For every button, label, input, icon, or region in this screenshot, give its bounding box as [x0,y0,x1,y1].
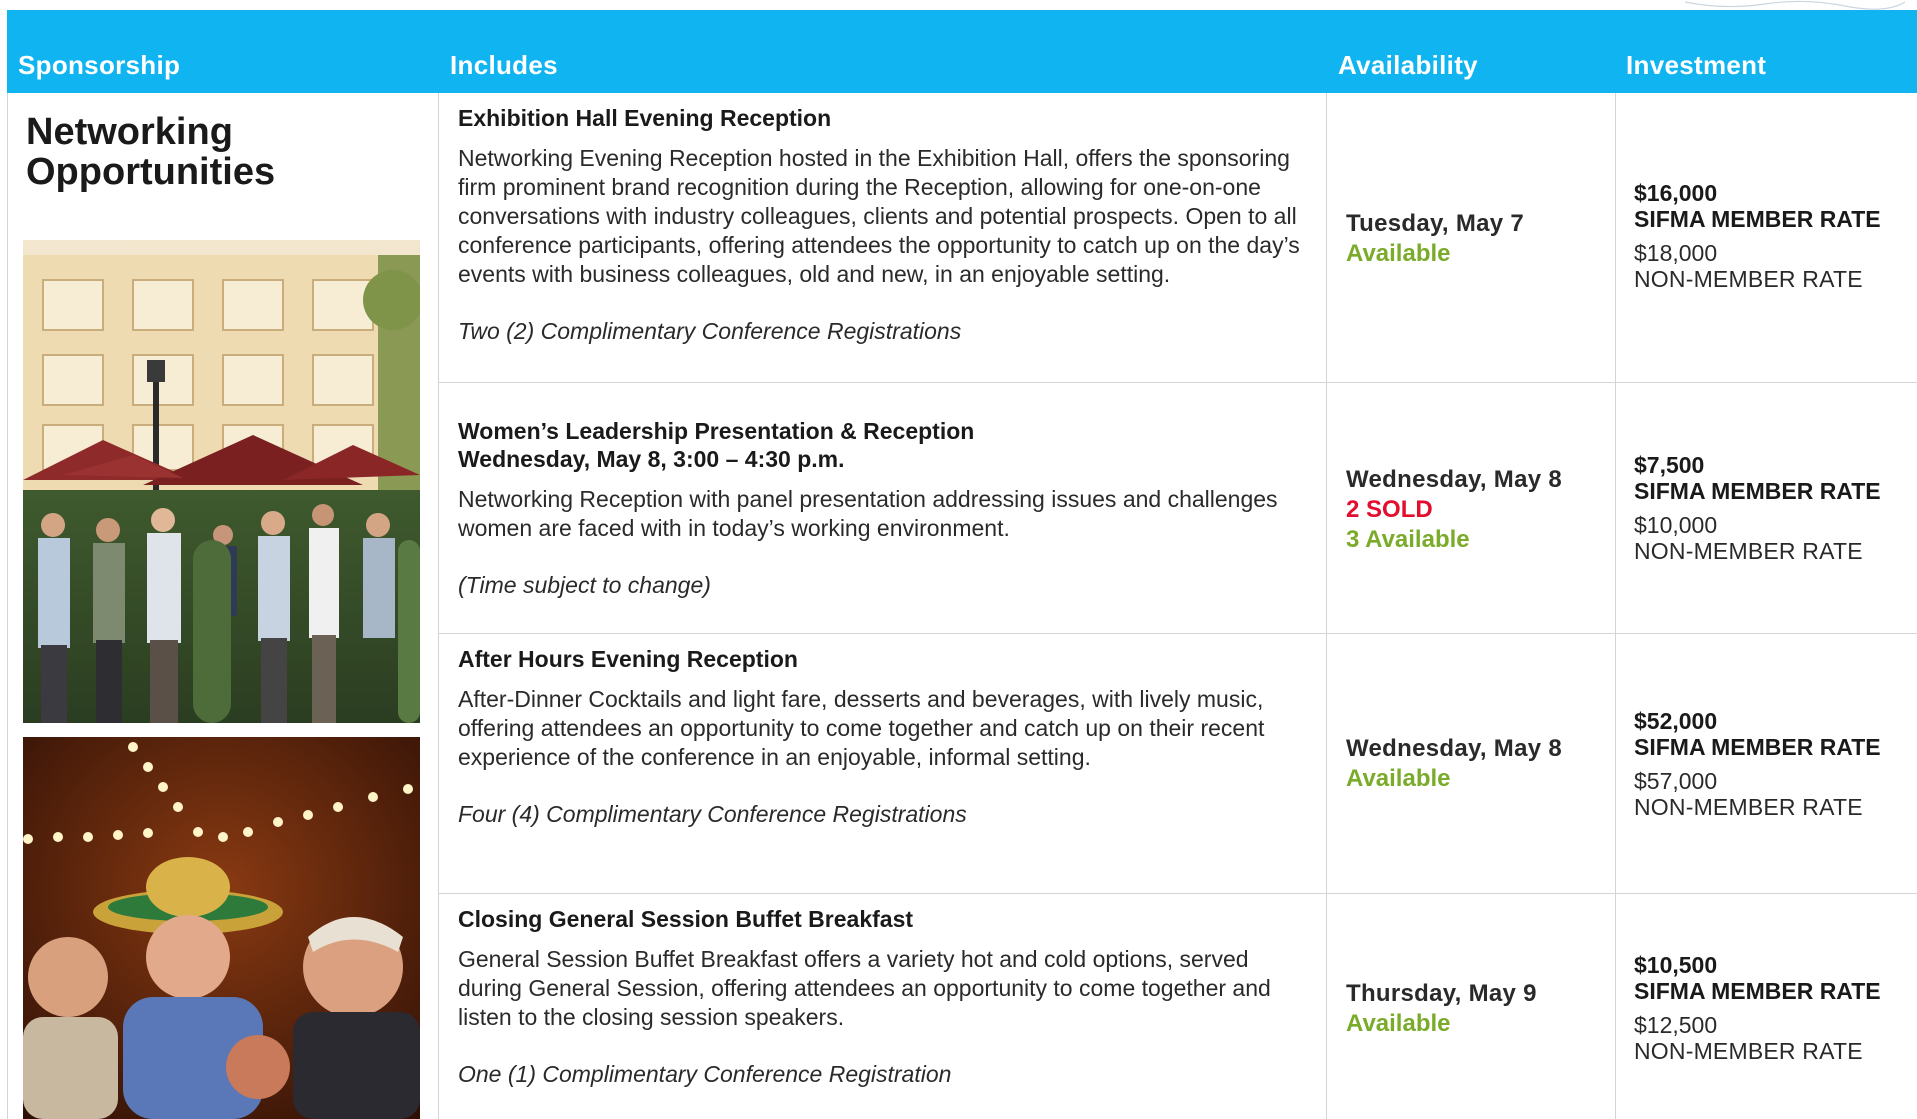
nonmember-price: $12,500 [1634,1012,1718,1038]
available-status: Available [1346,240,1451,267]
item-title: Women’s Leadership Presentation & Recept… [458,418,975,444]
item-description: Networking Reception with panel presenta… [458,486,1278,541]
member-rate-label: SIFMA MEMBER RATE [1634,206,1881,232]
item-note: Two (2) Complimentary Conference Registr… [458,318,962,344]
member-price: $52,000 [1634,708,1718,734]
divider [7,93,8,1119]
nonmember-rate-label: NON-MEMBER RATE [1634,538,1863,564]
item-description: After-Dinner Cocktails and light fare, d… [458,686,1265,770]
row-3-includes: After Hours Evening Reception After-Dinn… [458,645,1318,829]
sponsorship-page: Sponsorship Includes Availability Invest… [0,0,1917,1119]
row-1-availability: Tuesday, May 7 Available [1346,209,1616,269]
item-subtitle: Wednesday, May 8, 3:00 – 4:30 p.m. [458,446,845,472]
row-3-investment: $52,000 SIFMA MEMBER RATE $57,000 NON-ME… [1634,708,1917,820]
item-title: Closing General Session Buffet Breakfast [458,906,914,932]
sold-status: 2 SOLD [1346,496,1433,523]
row-divider [438,893,1917,894]
item-description: General Session Buffet Breakfast offers … [458,946,1271,1030]
member-rate-label: SIFMA MEMBER RATE [1634,734,1881,760]
availability-day: Tuesday, May 7 [1346,210,1525,237]
row-1-includes: Exhibition Hall Evening Reception Networ… [458,104,1318,346]
item-note: Four (4) Complimentary Conference Regist… [458,801,967,827]
row-1-investment: $16,000 SIFMA MEMBER RATE $18,000 NON-ME… [1634,180,1917,292]
row-4-investment: $10,500 SIFMA MEMBER RATE $12,500 NON-ME… [1634,952,1917,1064]
row-2-investment: $7,500 SIFMA MEMBER RATE $10,000 NON-MEM… [1634,452,1917,564]
header-investment: Investment [1626,50,1767,80]
nonmember-price: $57,000 [1634,768,1718,794]
nonmember-rate-label: NON-MEMBER RATE [1634,1038,1863,1064]
availability-day: Wednesday, May 8 [1346,466,1562,493]
nonmember-rate-label: NON-MEMBER RATE [1634,794,1863,820]
header-sponsorship: Sponsorship [18,50,181,80]
nonmember-price: $10,000 [1634,512,1718,538]
header-availability: Availability [1338,50,1478,80]
section-title: Networking Opportunities [26,111,276,193]
row-3-availability: Wednesday, May 8 Available [1346,734,1616,794]
evening-party-photo [23,737,420,1119]
availability-day: Wednesday, May 8 [1346,735,1562,762]
row-2-availability: Wednesday, May 8 2 SOLD 3 Available [1346,465,1616,555]
reception-photo [23,240,420,723]
member-rate-label: SIFMA MEMBER RATE [1634,978,1881,1004]
row-4-availability: Thursday, May 9 Available [1346,979,1616,1039]
divider [1326,93,1327,1119]
nonmember-rate-label: NON-MEMBER RATE [1634,266,1863,292]
row-4-includes: Closing General Session Buffet Breakfast… [458,905,1318,1089]
row-2-includes: Women’s Leadership Presentation & Recept… [458,417,1318,600]
item-title: Exhibition Hall Evening Reception [458,105,832,131]
item-note: (Time subject to change) [458,572,711,598]
header-includes: Includes [450,50,558,80]
member-price: $7,500 [1634,452,1705,478]
divider [438,93,439,1119]
available-status: Available [1346,1010,1451,1037]
available-status: 3 Available [1346,526,1470,553]
decorative-outline [1685,0,1905,10]
row-divider [438,633,1917,634]
nonmember-price: $18,000 [1634,240,1718,266]
item-note: One (1) Complimentary Conference Registr… [458,1061,952,1087]
item-title: After Hours Evening Reception [458,646,798,672]
available-status: Available [1346,765,1451,792]
availability-day: Thursday, May 9 [1346,980,1537,1007]
member-price: $10,500 [1634,952,1718,978]
member-rate-label: SIFMA MEMBER RATE [1634,478,1881,504]
row-divider [438,382,1917,383]
member-price: $16,000 [1634,180,1718,206]
item-description: Networking Evening Reception hosted in t… [458,145,1300,287]
